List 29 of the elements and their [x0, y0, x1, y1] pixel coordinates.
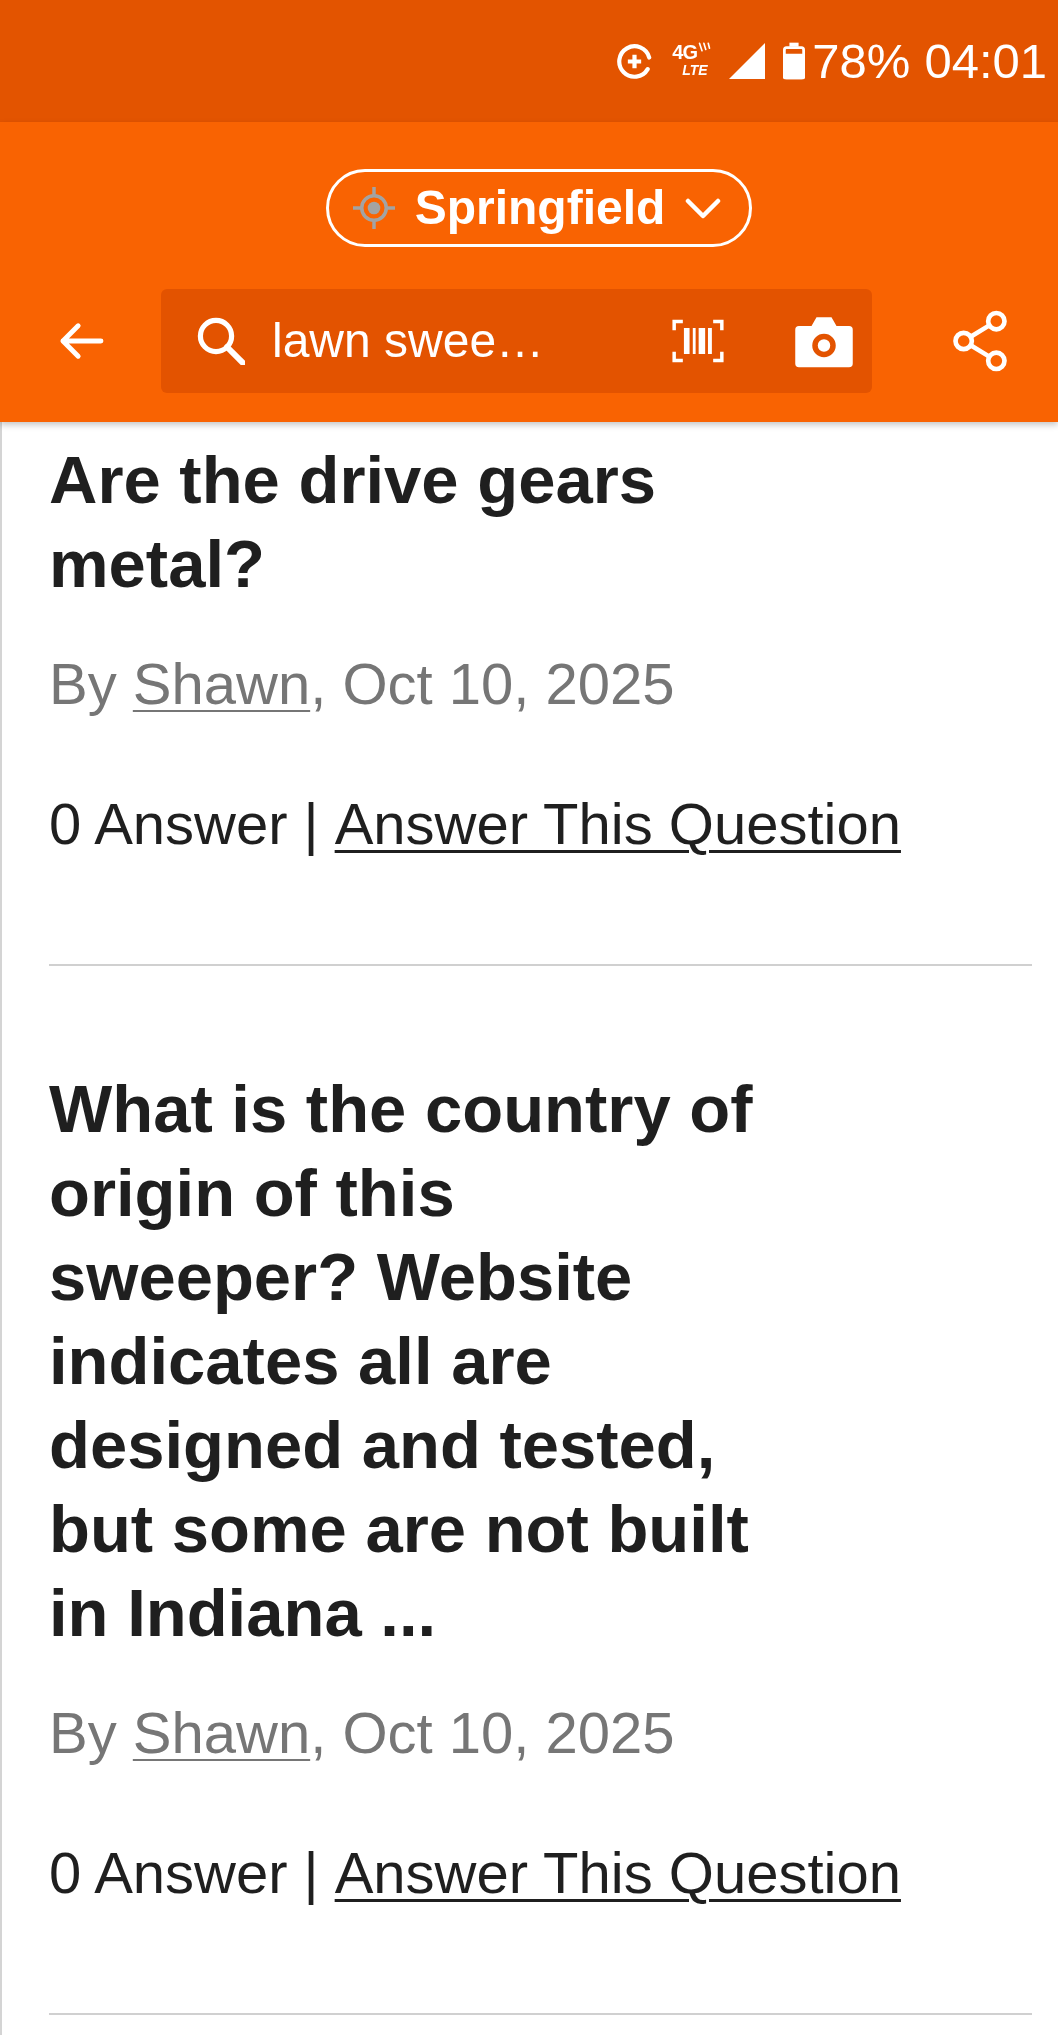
data-activity-icon: [698, 42, 711, 52]
author-link[interactable]: Shawn: [132, 651, 311, 716]
answer-count: 0 Answer: [49, 1839, 288, 1907]
question-byline: By Shawn, Oct 10, 2025: [49, 1699, 676, 1767]
answer-question-link[interactable]: Answer This Question: [334, 1838, 901, 1908]
battery-percentage: 78%: [812, 36, 911, 86]
camera-icon[interactable]: [794, 314, 854, 368]
chevron-down-icon: [685, 197, 722, 219]
author-link[interactable]: Shawn: [132, 1700, 311, 1765]
answer-count: 0 Answer: [49, 790, 288, 858]
separator-text: |: [303, 790, 319, 858]
share-icon[interactable]: [952, 310, 1008, 372]
search-field[interactable]: lawn swee…: [161, 289, 872, 393]
question-title: Are the drive gears metal?: [49, 441, 657, 603]
barcode-icon[interactable]: [672, 319, 724, 363]
back-arrow-icon[interactable]: [58, 322, 104, 360]
circle-plus-icon: [617, 43, 653, 79]
battery-icon: [783, 42, 806, 80]
separator-text: |: [303, 1839, 319, 1907]
location-button[interactable]: Springfield: [325, 169, 753, 247]
answer-question-link[interactable]: Answer This Question: [334, 789, 901, 859]
question-byline: By Shawn, Oct 10, 2025: [49, 650, 676, 718]
clock-time: 04:01: [924, 36, 1047, 86]
location-target-icon: [352, 187, 395, 229]
question-title: What is the country of origin of this sweeper? Website indicates all are designed and tested, but some are not built in Indiana ...: [49, 1070, 754, 1652]
network-type-label: 4G: [672, 42, 697, 62]
signal-icon: [729, 43, 766, 79]
search-icon: [197, 317, 245, 365]
network-subtype-label: LTE: [682, 62, 708, 78]
